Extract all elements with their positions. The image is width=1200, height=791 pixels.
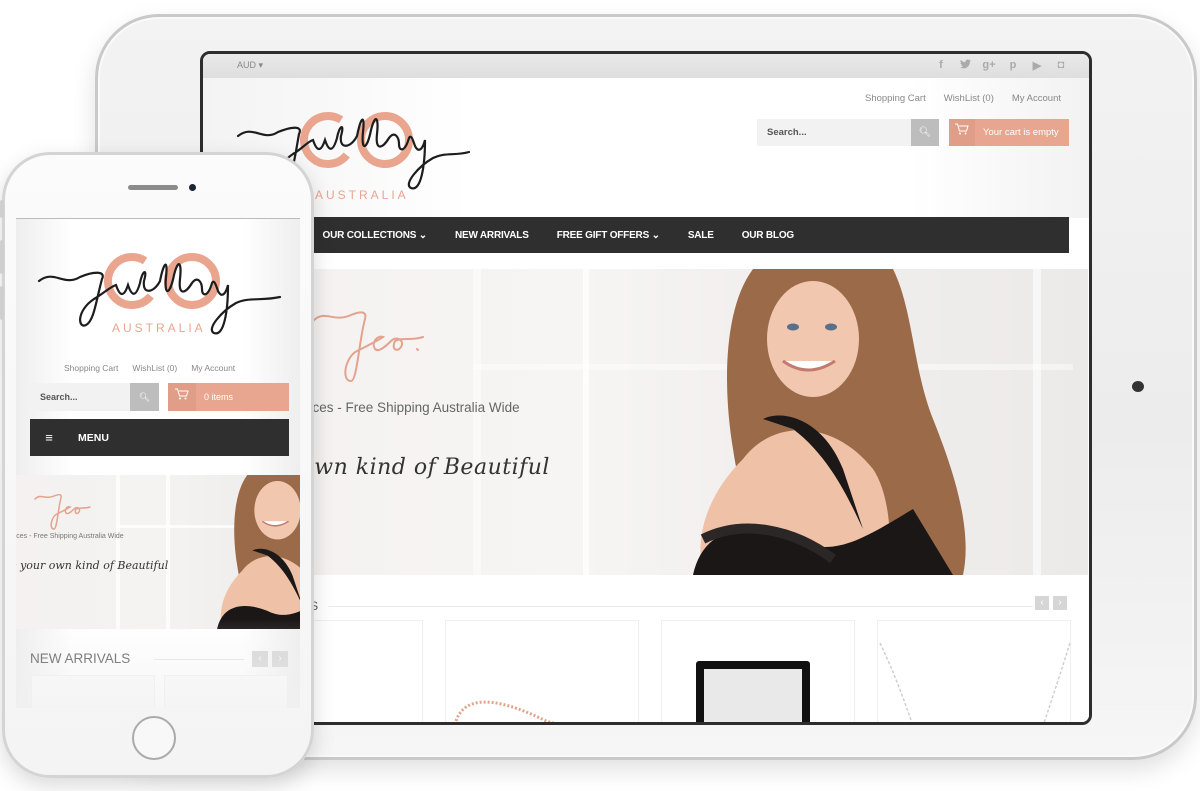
google-plus-icon[interactable]: g+: [977, 59, 1001, 72]
nav-new-arrivals[interactable]: NEW ARRIVALS: [455, 230, 529, 241]
new-arrivals-section: NEW ARRIVALS ‹ ›: [203, 594, 1089, 722]
wishlist-link[interactable]: WishList (0): [132, 363, 177, 373]
window-frame: [1033, 269, 1041, 575]
section-divider: [154, 659, 244, 660]
my-account-link[interactable]: My Account: [191, 363, 235, 373]
phone-mute-switch: [0, 200, 4, 218]
nav-our-blog[interactable]: OUR BLOG: [742, 230, 794, 241]
hero-banner[interactable]: Affordable Prices - Free Shipping Austra…: [233, 269, 1088, 575]
carousel-next-button[interactable]: ›: [1053, 596, 1067, 610]
cart-status: 0 items: [204, 392, 234, 402]
pinterest-icon[interactable]: p: [1001, 59, 1025, 72]
hero-monogram: [312, 311, 424, 383]
product-card[interactable]: [445, 620, 639, 722]
main-nav: JEWELLERY ⌄ OUR COLLECTIONS ⌄ NEW ARRIVA…: [225, 217, 1069, 253]
product-card[interactable]: [31, 675, 155, 708]
section-divider: [328, 606, 1033, 607]
logo-subtitle: AUSTRALIA: [315, 188, 409, 202]
search-button[interactable]: 🔍︎: [911, 119, 939, 146]
phone-volume-down: [0, 286, 4, 320]
cart-icon: [168, 383, 196, 411]
nav-our-collections[interactable]: OUR COLLECTIONS ⌄: [323, 230, 428, 241]
phone-camera-icon: [189, 184, 196, 191]
hero-script-line: Be your own kind of Beautiful: [16, 559, 169, 572]
cart-button[interactable]: 0 items: [168, 383, 289, 411]
carousel-next-button[interactable]: ›: [272, 651, 288, 667]
tablet-camera-icon: [1132, 381, 1144, 392]
window-frame: [166, 475, 170, 629]
search-input[interactable]: Search...: [30, 383, 130, 411]
window-frame: [473, 269, 481, 575]
hero-tagline: Affordable Prices - Free Shipping Austra…: [16, 533, 124, 540]
hero-banner[interactable]: Affordable Prices - Free Shipping Austra…: [16, 475, 300, 629]
window-frame: [116, 475, 120, 629]
product-card[interactable]: [661, 620, 855, 722]
instagram-icon[interactable]: ◘: [1049, 59, 1073, 72]
hero-monogram: [34, 493, 91, 530]
carousel-prev-button[interactable]: ‹: [1035, 596, 1049, 610]
cart-button[interactable]: Your cart is empty: [949, 119, 1069, 146]
account-links: Shopping Cart WishList (0) My Account: [64, 363, 235, 373]
hero-model-photo: [217, 475, 300, 629]
phone-volume-up: [0, 240, 4, 274]
product-image-bracelet: [454, 700, 556, 722]
hero-model-photo: [693, 269, 966, 575]
nav-free-gift-offers[interactable]: FREE GIFT OFFERS ⌄: [557, 230, 660, 241]
account-links: Shopping Cart WishList (0) My Account: [865, 93, 1061, 104]
menu-button[interactable]: ≡ MENU: [30, 419, 289, 456]
site-logo[interactable]: AUSTRALIA: [34, 237, 284, 347]
facebook-icon[interactable]: f: [929, 59, 953, 72]
menu-label: MENU: [78, 431, 109, 444]
logo-subtitle: AUSTRALIA: [112, 321, 206, 335]
cart-status: Your cart is empty: [983, 127, 1059, 138]
section-title: NEW ARRIVALS: [30, 651, 131, 666]
search-input[interactable]: Search...: [757, 119, 911, 146]
product-card[interactable]: [877, 620, 1071, 722]
cart-icon: [949, 119, 975, 146]
top-bar: AUD ▾ f g+ p ▶ ◘: [203, 54, 1089, 78]
shopping-cart-link[interactable]: Shopping Cart: [64, 363, 118, 373]
wishlist-link[interactable]: WishList (0): [944, 93, 994, 104]
carousel-prev-button[interactable]: ‹: [252, 651, 268, 667]
window-frame: [583, 269, 589, 575]
youtube-icon[interactable]: ▶: [1025, 59, 1049, 72]
my-account-link[interactable]: My Account: [1012, 93, 1061, 104]
search-icon: 🔍︎: [138, 392, 151, 402]
tablet-screen: AUD ▾ f g+ p ▶ ◘ AUSTRALIA Shopping Cart…: [200, 51, 1092, 725]
product-image-gift-box: [696, 661, 810, 722]
phone-speaker: [128, 185, 178, 190]
site-header: AUSTRALIA Shopping Cart WishList (0) My …: [203, 78, 1089, 218]
phone-screen: AUSTRALIA Shopping Cart WishList (0) My …: [16, 218, 300, 708]
social-icons: f g+ p ▶ ◘: [929, 59, 1073, 72]
currency-selector[interactable]: AUD ▾: [237, 60, 263, 71]
product-card[interactable]: [164, 675, 288, 708]
twitter-icon[interactable]: [953, 59, 977, 72]
phone-home-button[interactable]: [132, 716, 176, 760]
search-icon: 🔍︎: [918, 127, 932, 138]
hamburger-icon: ≡: [45, 430, 53, 445]
search-button[interactable]: 🔍︎: [130, 383, 159, 411]
nav-sale[interactable]: SALE: [688, 230, 714, 241]
product-image-necklace: [879, 642, 1071, 722]
shopping-cart-link[interactable]: Shopping Cart: [865, 93, 926, 104]
